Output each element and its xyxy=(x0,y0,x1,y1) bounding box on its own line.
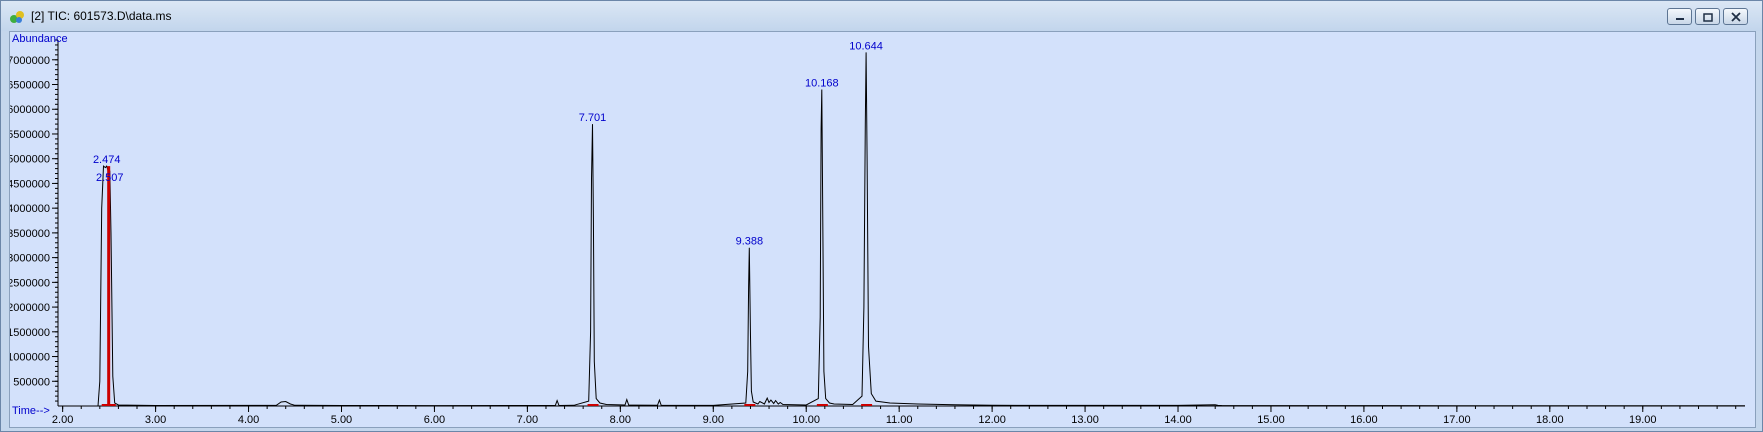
y-tick-label: 2500000 xyxy=(10,277,50,289)
x-tick-label: 5.00 xyxy=(331,414,352,426)
x-tick-label: 14.00 xyxy=(1164,414,1192,426)
peak-label: 2.507 xyxy=(96,172,124,184)
window-title: [2] TIC: 601573.D\data.ms xyxy=(31,9,172,23)
chromatogram-window: [2] TIC: 601573.D\data.ms 2.00 3.00 4.00 5.… xyxy=(0,0,1763,432)
y-tick-label: 3000000 xyxy=(10,253,50,265)
y-tick-label: 3500000 xyxy=(10,228,50,240)
y-tick-label: 4500000 xyxy=(10,178,50,190)
x-axis-label: Time--> xyxy=(12,405,50,417)
integration-bar xyxy=(107,166,111,406)
x-tick-label: 15.00 xyxy=(1257,414,1285,426)
y-axis-label: Abundance xyxy=(12,33,68,45)
x-tick-label: 12.00 xyxy=(978,414,1006,426)
x-tick-label: 18.00 xyxy=(1536,414,1564,426)
chromatogram-app-icon xyxy=(10,11,24,23)
close-button[interactable] xyxy=(1723,8,1748,25)
tic-trace-group xyxy=(58,52,1746,407)
plot-area[interactable]: 2.00 3.00 4.00 5.00 6.00 7.00 8.00 9.00 10.00 11.… xyxy=(7,31,1756,428)
x-tick-label: 10.00 xyxy=(792,414,820,426)
x-tick-label: 16.00 xyxy=(1350,414,1378,426)
tic-chromatogram-chart[interactable]: 2.00 3.00 4.00 5.00 6.00 7.00 8.00 9.00 10.00 11.… xyxy=(7,32,1755,427)
y-tick-label: 5500000 xyxy=(10,129,50,141)
title-bar[interactable]: [2] TIC: 601573.D\data.ms xyxy=(1,1,1762,31)
peak-label: 10.168 xyxy=(805,77,839,89)
y-tick-label: 6000000 xyxy=(10,104,50,116)
peak-label: 2.474 xyxy=(93,154,121,166)
x-tick-label: 17.00 xyxy=(1443,414,1471,426)
y-tick-label: 5000000 xyxy=(10,154,50,166)
x-tick-label: 4.00 xyxy=(238,414,259,426)
close-icon xyxy=(1731,12,1741,22)
x-tick-label: 2.00 xyxy=(52,414,73,426)
x-tick-label: 8.00 xyxy=(610,414,631,426)
y-tick-label: 6500000 xyxy=(10,80,50,92)
tic-trace-line xyxy=(58,52,1746,407)
x-tick-label: 19.00 xyxy=(1629,414,1657,426)
y-tick-label: 2000000 xyxy=(10,302,50,314)
x-tick-label: 7.00 xyxy=(517,414,538,426)
y-tick-label: 7000000 xyxy=(10,55,50,67)
peak-label: 10.644 xyxy=(849,40,883,52)
y-tick-label: 1500000 xyxy=(10,327,50,339)
peak-label: 7.701 xyxy=(579,112,607,124)
x-tick-label: 3.00 xyxy=(145,414,166,426)
y-tick-label: 500000 xyxy=(13,376,50,388)
x-tick-label: 6.00 xyxy=(424,414,445,426)
y-tick-label: 1000000 xyxy=(10,352,50,364)
minimize-icon xyxy=(1676,18,1684,20)
chart-axes: 2.00 3.00 4.00 5.00 6.00 7.00 8.00 9.00 10.00 11.… xyxy=(7,39,1745,426)
peak-marks-group: 2.474 2.507 7.701 9.388 10.168 10.644 xyxy=(93,40,883,406)
y-tick-label: 4000000 xyxy=(10,203,50,215)
x-tick-label: 13.00 xyxy=(1071,414,1099,426)
x-tick-label: 9.00 xyxy=(703,414,724,426)
x-tick-label: 11.00 xyxy=(886,414,913,426)
restore-button[interactable] xyxy=(1695,8,1720,25)
restore-icon xyxy=(1703,13,1713,22)
minimize-button[interactable] xyxy=(1667,8,1692,25)
peak-label: 9.388 xyxy=(736,236,764,248)
